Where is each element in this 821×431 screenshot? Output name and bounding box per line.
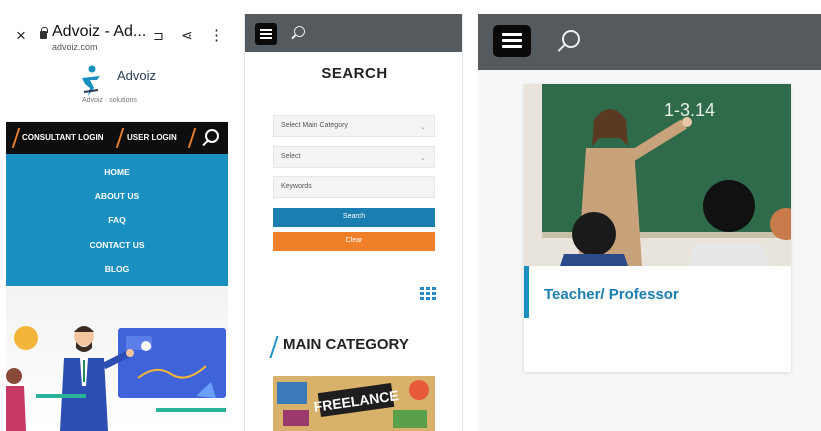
search-icon[interactable] — [294, 26, 305, 37]
search-icon[interactable] — [562, 30, 580, 48]
card-title[interactable]: Teacher/ Professor — [544, 286, 679, 303]
divider-slash — [11, 128, 21, 148]
card-caption: Teacher/ Professor — [524, 266, 791, 318]
advoiz-logo-icon[interactable] — [78, 64, 104, 98]
grid-view-icon[interactable] — [420, 287, 436, 300]
teacher-illustration: 1-3.14 — [524, 84, 791, 266]
chevron-down-icon: ⌄ — [420, 124, 426, 131]
clear-button[interactable]: Clear — [273, 232, 435, 251]
nav-home[interactable]: HOME — [6, 167, 228, 177]
divider-slash — [187, 128, 197, 148]
search-heading: SEARCH — [321, 65, 388, 82]
chevron-down-icon: ⌄ — [420, 155, 426, 162]
main-category-select-value: Select Main Category — [281, 122, 348, 129]
login-bar: CONSULTANT LOGIN USER LOGIN — [6, 122, 228, 154]
search-sidebar-panel: SEARCH Select Main Category ⌄ Select ⌄ K… — [244, 14, 463, 431]
main-nav: HOME ABOUT US FAQ CONTACT US BLOG — [6, 154, 228, 286]
teacher-classroom-photo: 1-3.14 — [524, 84, 791, 266]
logo-name: Advoiz — [117, 68, 157, 83]
page-url: advoiz.com — [52, 42, 98, 52]
business-illustration — [6, 326, 226, 431]
main-category-select[interactable]: Select Main Category ⌄ — [273, 115, 435, 137]
keywords-input[interactable]: Keywords — [273, 176, 435, 198]
user-login-link[interactable]: USER LOGIN — [127, 133, 177, 142]
caption-accent-bar — [524, 266, 529, 318]
sub-category-select[interactable]: Select ⌄ — [273, 146, 435, 168]
consultant-login-link[interactable]: CONSULTANT LOGIN — [22, 133, 103, 142]
search-icon[interactable] — [205, 129, 219, 143]
freelance-category-image[interactable]: FREELANCE — [273, 376, 435, 431]
share-icon[interactable]: ⋖ — [181, 27, 193, 44]
nav-faq[interactable]: FAQ — [6, 215, 228, 225]
divider-slash — [115, 128, 125, 148]
freelance-photo: FREELANCE — [273, 376, 435, 431]
hamburger-menu-icon[interactable] — [493, 25, 531, 57]
main-category-heading: MAIN CATEGORY — [269, 336, 409, 358]
more-menu-icon[interactable]: ⋮ — [209, 26, 224, 44]
hero-illustration — [6, 286, 228, 431]
top-bar — [245, 14, 462, 52]
nav-about-us[interactable]: ABOUT US — [6, 191, 228, 201]
lock-icon — [40, 27, 48, 39]
nav-contact-us[interactable]: CONTACT US — [6, 240, 228, 250]
mobile-browser-panel: × Advoiz - Ad... advoiz.com ⊐ ⋖ ⋮ Advoiz… — [6, 14, 228, 431]
keywords-placeholder: Keywords — [281, 183, 312, 190]
nav-blog[interactable]: BLOG — [6, 264, 228, 274]
close-tab-icon[interactable]: × — [16, 26, 26, 46]
hamburger-menu-icon[interactable] — [255, 23, 277, 45]
top-bar — [478, 14, 821, 70]
browser-toolbar: × Advoiz - Ad... advoiz.com ⊐ ⋖ ⋮ — [6, 14, 228, 58]
category-card-panel: 1-3.14 Teacher/ Professor — [478, 14, 821, 431]
teacher-professor-card[interactable]: 1-3.14 Teacher/ Professor — [524, 84, 791, 372]
bookmark-icon[interactable]: ⊐ — [153, 28, 164, 44]
sub-category-select-value: Select — [281, 153, 301, 160]
search-button[interactable]: Search — [273, 208, 435, 227]
page-title: Advoiz - Ad... — [52, 23, 147, 40]
site-header: Advoiz Advoiz · solutions — [6, 58, 228, 122]
logo-tagline: Advoiz · solutions — [82, 97, 137, 104]
chalk-equation: 1-3.14 — [664, 100, 715, 120]
screenshot-collage: × Advoiz - Ad... advoiz.com ⊐ ⋖ ⋮ Advoiz… — [0, 0, 821, 431]
